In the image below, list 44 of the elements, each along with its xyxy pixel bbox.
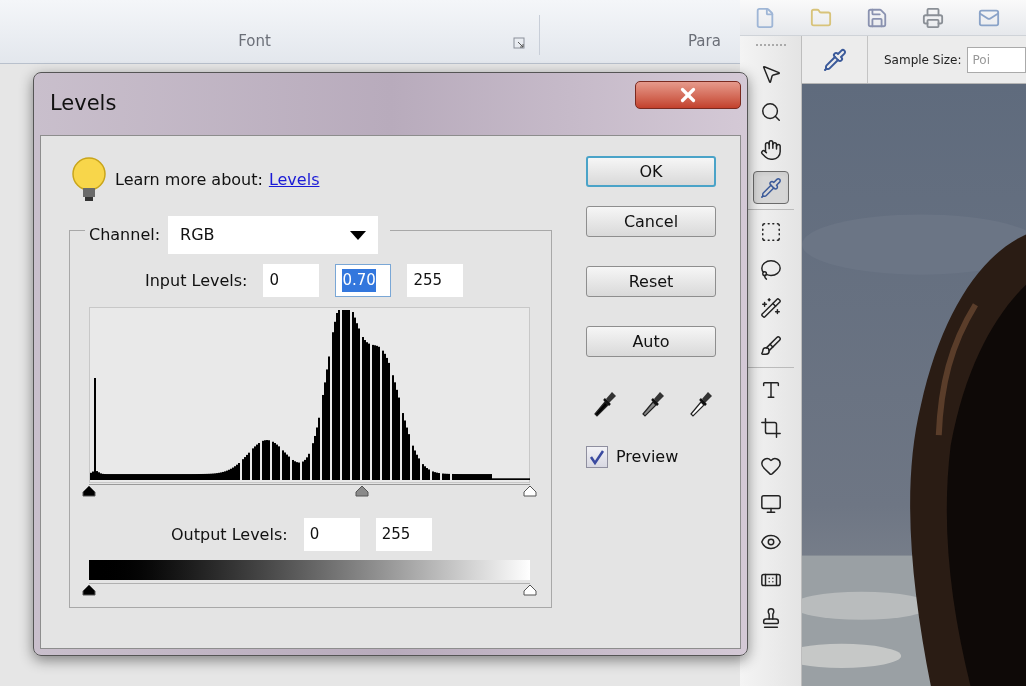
magic-wand-icon	[759, 296, 782, 319]
output-levels-label: Output Levels:	[171, 523, 288, 546]
lightbulb-icon	[69, 156, 109, 204]
eyedropper-icon	[759, 176, 782, 199]
slider-thumb[interactable]	[82, 584, 96, 596]
slider-thumb[interactable]	[82, 485, 96, 497]
brush-icon	[759, 334, 782, 357]
eyedropper-icon[interactable]	[640, 389, 666, 417]
slider-thumb[interactable]	[523, 584, 537, 596]
input-level-field[interactable]: 255	[407, 264, 464, 297]
dashed-rectangle-icon	[759, 220, 782, 243]
channel-dropdown[interactable]: RGB	[168, 216, 379, 254]
slider-thumb[interactable]	[355, 485, 370, 497]
lasso-icon	[759, 258, 782, 281]
dialog-button[interactable]: Reset	[586, 266, 716, 297]
channel-label: Channel:	[89, 224, 161, 246]
help-link[interactable]: Levels	[268, 168, 320, 192]
eyedropper-icon[interactable]	[592, 389, 618, 417]
save-icon[interactable]	[866, 6, 888, 29]
close-button[interactable]	[635, 81, 741, 109]
dialog-launcher-icon[interactable]	[513, 37, 525, 49]
slider-thumb[interactable]	[523, 485, 537, 497]
dialog-button[interactable]: OK	[586, 156, 716, 187]
preview-label: Preview	[616, 446, 679, 468]
help-text: Learn more about:	[115, 169, 263, 191]
dropdown-arrow-icon	[350, 230, 367, 240]
output-level-field[interactable]: 0	[303, 518, 360, 551]
zoom-icon	[759, 100, 782, 123]
dialog-button[interactable]: Auto	[586, 326, 716, 357]
crop-icon	[759, 416, 782, 439]
dialog-button[interactable]: Cancel	[586, 206, 716, 237]
sample-size-label: Sample Size:	[884, 51, 962, 69]
hand-icon	[759, 138, 782, 161]
preview-checkbox[interactable]	[586, 446, 608, 468]
printer-icon[interactable]	[922, 6, 944, 29]
monitor-icon	[759, 492, 782, 515]
ribbon-group-label: Para	[688, 30, 721, 52]
input-level-field[interactable]: 0.70	[335, 264, 392, 297]
eyedropper-icon[interactable]	[688, 389, 714, 417]
input-level-field[interactable]: 0	[263, 264, 320, 297]
output-level-field[interactable]: 255	[375, 518, 432, 551]
window-title: Levels	[50, 90, 117, 118]
input-levels-label: Input Levels:	[145, 269, 248, 292]
ribbon-group-label: Font	[238, 30, 271, 52]
